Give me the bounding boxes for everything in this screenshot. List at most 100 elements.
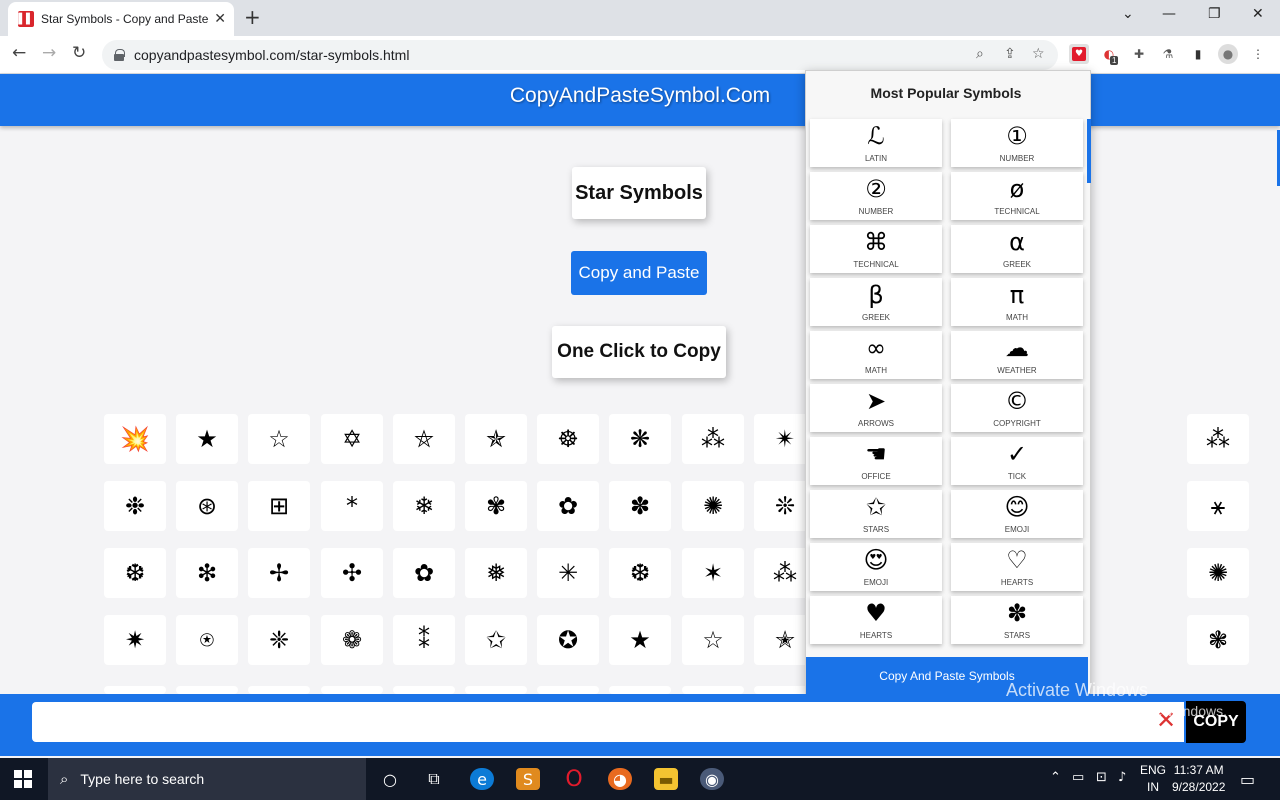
symbol-cell[interactable]: ✿ bbox=[393, 548, 455, 598]
popup-symbol-card[interactable]: π MATH bbox=[951, 278, 1083, 326]
windows-start-icon[interactable] bbox=[14, 770, 32, 788]
symbol-cell-partial[interactable] bbox=[465, 686, 527, 694]
firefox-browser-icon[interactable]: ◕ bbox=[608, 768, 632, 790]
symbol-cell[interactable]: ❉ bbox=[104, 481, 166, 531]
symbol-cell[interactable]: ❅ bbox=[465, 548, 527, 598]
symbol-cell[interactable]: ⊛ bbox=[176, 481, 238, 531]
maximize-icon[interactable]: ❐ bbox=[1208, 6, 1221, 22]
symbol-cell[interactable]: ✿ bbox=[537, 481, 599, 531]
window-close-icon[interactable]: ✕ bbox=[1252, 6, 1264, 22]
popup-symbol-card[interactable]: 😍 EMOJI bbox=[810, 543, 942, 591]
popup-symbol-card[interactable]: ☚ OFFICE bbox=[810, 437, 942, 485]
chrome-browser-icon[interactable]: ◉ bbox=[700, 768, 724, 790]
symbol-cell[interactable]: ☸ bbox=[537, 414, 599, 464]
symbol-cell-partial[interactable] bbox=[176, 686, 238, 694]
tray-overflow-icon[interactable]: ⌃ bbox=[1050, 770, 1061, 785]
popup-symbol-card[interactable]: ✓ TICK bbox=[951, 437, 1083, 485]
popup-symbol-card[interactable]: β GREEK bbox=[810, 278, 942, 326]
symbol-cell[interactable]: ✩ bbox=[465, 615, 527, 665]
profile-avatar-icon[interactable]: ● bbox=[1218, 44, 1238, 64]
share-icon[interactable]: ⇪ bbox=[1004, 46, 1016, 62]
symbol-cell[interactable]: ✯ bbox=[465, 414, 527, 464]
symbol-cell[interactable]: * bbox=[321, 481, 383, 531]
network-icon[interactable]: ⊡ bbox=[1096, 770, 1107, 785]
popup-symbol-card[interactable]: ℒ LATIN bbox=[810, 119, 942, 167]
symbol-cell[interactable]: ⚹ bbox=[1187, 481, 1249, 531]
sublime-text-icon[interactable]: S bbox=[516, 768, 540, 790]
task-view-icon[interactable]: ⧉ bbox=[422, 768, 446, 790]
battery-icon[interactable]: ▭ bbox=[1072, 770, 1084, 785]
volume-icon[interactable]: ♪ bbox=[1118, 770, 1126, 785]
popup-symbol-card[interactable]: ✽ STARS bbox=[951, 596, 1083, 644]
popup-symbol-card[interactable]: ⌘ TECHNICAL bbox=[810, 225, 942, 273]
symbol-cell[interactable]: ⁑ bbox=[393, 615, 455, 665]
extension-heart-icon[interactable]: ♥ bbox=[1069, 44, 1089, 64]
popup-symbol-card[interactable]: α GREEK bbox=[951, 225, 1083, 273]
symbol-cell[interactable]: ✣ bbox=[321, 548, 383, 598]
symbol-cell[interactable]: ☆ bbox=[248, 414, 310, 464]
symbol-cell[interactable]: ⛤ bbox=[393, 414, 455, 464]
symbol-cell-partial[interactable] bbox=[537, 686, 599, 694]
new-tab-icon[interactable]: + bbox=[244, 5, 261, 29]
popup-symbol-card[interactable]: © COPYRIGHT bbox=[951, 384, 1083, 432]
popup-symbol-card[interactable]: ♡ HEARTS bbox=[951, 543, 1083, 591]
popup-symbol-card[interactable]: ① NUMBER bbox=[951, 119, 1083, 167]
symbol-cell-partial[interactable] bbox=[248, 686, 310, 694]
opera-browser-icon[interactable]: O bbox=[562, 767, 586, 792]
popup-symbol-card[interactable]: ☁ WEATHER bbox=[951, 331, 1083, 379]
labs-flask-icon[interactable]: ⚗ bbox=[1158, 44, 1178, 64]
minimize-icon[interactable]: — bbox=[1162, 6, 1176, 22]
symbol-cell[interactable]: 💥 bbox=[104, 414, 166, 464]
symbol-cell[interactable]: ✡ bbox=[321, 414, 383, 464]
symbol-cell[interactable]: ❆ bbox=[104, 548, 166, 598]
file-explorer-icon[interactable]: ▬ bbox=[654, 768, 678, 790]
symbol-cell[interactable]: ✾ bbox=[465, 481, 527, 531]
symbol-cell[interactable]: ⍟ bbox=[176, 615, 238, 665]
back-icon[interactable]: ← bbox=[12, 43, 26, 63]
edge-browser-icon[interactable]: e bbox=[470, 768, 494, 790]
symbol-cell[interactable]: ⊞ bbox=[248, 481, 310, 531]
symbol-cell-partial[interactable] bbox=[609, 686, 671, 694]
symbol-cell[interactable]: ✷ bbox=[104, 615, 166, 665]
symbol-cell[interactable]: ✶ bbox=[682, 548, 744, 598]
symbol-cell-partial[interactable] bbox=[393, 686, 455, 694]
symbol-cell[interactable]: ❇ bbox=[176, 548, 238, 598]
symbol-cell[interactable]: ✪ bbox=[537, 615, 599, 665]
menu-dots-icon[interactable]: ⋮ bbox=[1248, 44, 1268, 64]
symbol-cell[interactable]: ✺ bbox=[1187, 548, 1249, 598]
symbol-cell[interactable]: ✽ bbox=[609, 481, 671, 531]
symbol-cell[interactable]: ★ bbox=[176, 414, 238, 464]
popup-symbol-card[interactable]: ∞ MATH bbox=[810, 331, 942, 379]
notification-icon[interactable]: ▭ bbox=[1240, 770, 1255, 789]
address-bar[interactable]: copyandpastesymbol.com/star-symbols.html… bbox=[102, 40, 1058, 70]
tab-close-icon[interactable]: ✕ bbox=[214, 11, 226, 27]
popup-scrollbar-thumb[interactable] bbox=[1087, 119, 1091, 183]
popup-symbol-card[interactable]: ♥ HEARTS bbox=[810, 596, 942, 644]
symbol-cell-partial[interactable] bbox=[321, 686, 383, 694]
symbol-cell[interactable]: ★ bbox=[609, 615, 671, 665]
symbol-cell[interactable]: ⁂ bbox=[682, 414, 744, 464]
popup-symbol-card[interactable]: 😊 EMOJI bbox=[951, 490, 1083, 538]
symbol-cell-partial[interactable] bbox=[682, 686, 744, 694]
symbol-cell[interactable]: ❋ bbox=[609, 414, 671, 464]
popup-symbol-card[interactable]: ✩ STARS bbox=[810, 490, 942, 538]
symbol-cell[interactable]: ❈ bbox=[248, 615, 310, 665]
reload-icon[interactable]: ↻ bbox=[72, 43, 86, 63]
symbol-cell[interactable]: ❃ bbox=[1187, 615, 1249, 665]
symbol-cell[interactable]: ❆ bbox=[609, 548, 671, 598]
symbol-cell[interactable]: ✺ bbox=[682, 481, 744, 531]
symbol-cell[interactable]: ❄ bbox=[393, 481, 455, 531]
tab-search-chevron-icon[interactable]: ⌄ bbox=[1122, 6, 1134, 22]
symbol-cell[interactable]: ✳ bbox=[537, 548, 599, 598]
symbol-cell-partial[interactable] bbox=[104, 686, 166, 694]
browser-tab[interactable]: ▌▌ Star Symbols - Copy and Paste - ✕ bbox=[8, 2, 234, 36]
symbol-cell[interactable]: ☆ bbox=[682, 615, 744, 665]
extensions-puzzle-icon[interactable]: ✚ bbox=[1129, 44, 1149, 64]
taskbar-search-box[interactable]: ⌕ Type here to search bbox=[48, 758, 366, 800]
symbol-cell[interactable]: ⁂ bbox=[1187, 414, 1249, 464]
copy-and-paste-button[interactable]: Copy and Paste bbox=[571, 251, 707, 295]
zoom-search-icon[interactable]: ⌕ bbox=[976, 46, 984, 62]
popup-symbol-card[interactable]: ➤ ARROWS bbox=[810, 384, 942, 432]
forward-icon[interactable]: → bbox=[42, 43, 56, 63]
popup-symbol-card[interactable]: ② NUMBER bbox=[810, 172, 942, 220]
